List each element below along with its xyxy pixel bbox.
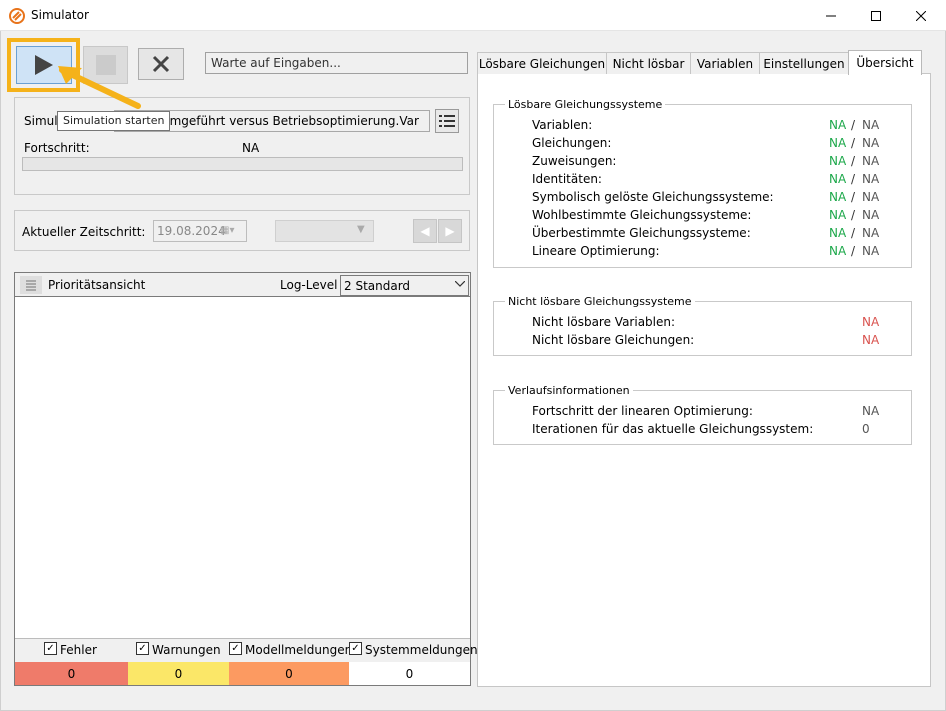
maximize-button[interactable] — [853, 0, 899, 31]
row-value: NA — [862, 404, 880, 418]
row-label: Identitäten: — [532, 172, 602, 186]
row-label: Überbestimmte Gleichungssysteme: — [532, 226, 751, 240]
model-message-count: 0 — [229, 662, 349, 685]
history-title: Verlaufsinformationen — [505, 384, 633, 397]
row-label: Symbolisch gelöste Gleichungssysteme: — [532, 190, 774, 204]
close-window-button[interactable] — [898, 0, 944, 31]
menu-icon — [26, 280, 36, 291]
row-value: NA — [862, 333, 880, 347]
tab-solvable-equations[interactable]: Lösbare Gleichungen — [477, 52, 607, 74]
row-label: Wohlbestimmte Gleichungssysteme: — [532, 208, 752, 222]
chevron-right-icon: ▶ — [445, 224, 455, 238]
checkmark-icon: ✓ — [231, 642, 240, 654]
row-value-b: NA — [862, 244, 880, 258]
row-value: NA — [862, 315, 880, 329]
progress-label: Fortschritt: — [24, 141, 90, 155]
checkmark-icon: ✓ — [46, 642, 55, 654]
list-icon — [439, 115, 455, 127]
row-value-b: NA — [862, 172, 880, 186]
pointer-arrow-icon — [58, 66, 141, 109]
row-value: 0 — [862, 422, 870, 436]
chevron-down-icon: ▼ — [357, 224, 365, 235]
row-label: Fortschritt der linearen Optimierung: — [532, 404, 753, 418]
filter-model-label: Modellmeldungen — [245, 643, 353, 657]
row-label: Lineare Optimierung: — [532, 244, 660, 258]
close-icon — [916, 10, 926, 21]
title-bar — [0, 0, 946, 31]
system-message-count: 0 — [349, 662, 470, 685]
window-title: Simulator — [31, 8, 89, 22]
filter-model-checkbox[interactable]: ✓ — [229, 642, 242, 655]
filter-system-label: Systemmeldungen — [365, 643, 478, 657]
tab-settings[interactable]: Einstellungen — [759, 52, 849, 74]
row-value-b: NA — [862, 208, 880, 222]
solvable-systems-title: Lösbare Gleichungssysteme — [505, 98, 666, 111]
row-value-b: NA — [862, 190, 880, 204]
warning-count: 0 — [128, 662, 229, 685]
priority-view-label: Prioritätsansicht — [48, 278, 146, 292]
filter-errors-checkbox[interactable]: ✓ — [44, 642, 57, 655]
progress-bar — [22, 157, 463, 171]
error-count: 0 — [15, 662, 128, 685]
tab-overview[interactable]: Übersicht — [848, 50, 922, 75]
row-value-a: NA — [829, 172, 847, 186]
row-value-b: NA — [862, 118, 880, 132]
row-value-a: NA — [829, 118, 847, 132]
row-value-a: NA — [829, 226, 847, 240]
checkmark-icon: ✓ — [351, 642, 360, 654]
row-value-b: NA — [862, 136, 880, 150]
select-simulation-button[interactable] — [435, 109, 459, 133]
row-separator: / — [851, 136, 856, 150]
row-separator: / — [851, 118, 856, 132]
row-label: Nicht lösbare Variablen: — [532, 315, 676, 329]
row-separator: / — [851, 172, 856, 186]
time-step-label: Aktueller Zeitschritt: — [22, 225, 146, 239]
row-value-a: NA — [829, 154, 847, 168]
next-step-button[interactable]: ▶ — [438, 219, 462, 243]
row-value-b: NA — [862, 154, 880, 168]
log-level-select[interactable]: 2 Standard — [340, 275, 469, 296]
calendar-icon: ▦▾ — [220, 225, 235, 236]
chevron-left-icon: ◀ — [420, 224, 430, 238]
unsolvable-systems-title: Nicht lösbare Gleichungssysteme — [505, 295, 695, 308]
row-value-a: NA — [829, 244, 847, 258]
maximize-icon — [871, 10, 881, 21]
tab-not-solvable[interactable]: Nicht lösbar — [606, 52, 691, 74]
row-separator: / — [851, 154, 856, 168]
row-value-a: NA — [829, 136, 847, 150]
row-label: Zuweisungen: — [532, 154, 617, 168]
log-level-label: Log-Level — [280, 278, 338, 292]
row-label: Nicht lösbare Gleichungen: — [532, 333, 695, 347]
previous-step-button[interactable]: ◀ — [413, 219, 437, 243]
status-field: Warte auf Eingaben... — [205, 52, 468, 74]
row-value-a: NA — [829, 190, 847, 204]
tooltip: Simulation starten — [57, 111, 171, 131]
filter-system-checkbox[interactable]: ✓ — [349, 642, 362, 655]
row-separator: / — [851, 190, 856, 204]
minimize-button[interactable] — [808, 0, 854, 31]
row-separator: / — [851, 226, 856, 240]
minimize-icon — [826, 15, 836, 16]
checkmark-icon: ✓ — [138, 642, 147, 654]
progress-value: NA — [242, 141, 260, 155]
row-label: Variablen: — [532, 118, 593, 132]
log-list[interactable] — [15, 297, 470, 638]
row-separator: / — [851, 244, 856, 258]
filter-warnings-label: Warnungen — [152, 643, 221, 657]
cross-icon — [152, 55, 170, 73]
row-label: Gleichungen: — [532, 136, 612, 150]
row-value-b: NA — [862, 226, 880, 240]
filter-errors-label: Fehler — [60, 643, 97, 657]
chevron-down-icon — [454, 279, 466, 290]
row-value-a: NA — [829, 208, 847, 222]
filter-warnings-checkbox[interactable]: ✓ — [136, 642, 149, 655]
app-logo-icon — [9, 8, 25, 24]
tab-variables[interactable]: Variablen — [690, 52, 760, 74]
log-menu-button[interactable] — [20, 276, 42, 294]
row-separator: / — [851, 208, 856, 222]
row-label: Iterationen für das aktuelle Gleichungss… — [532, 422, 814, 436]
